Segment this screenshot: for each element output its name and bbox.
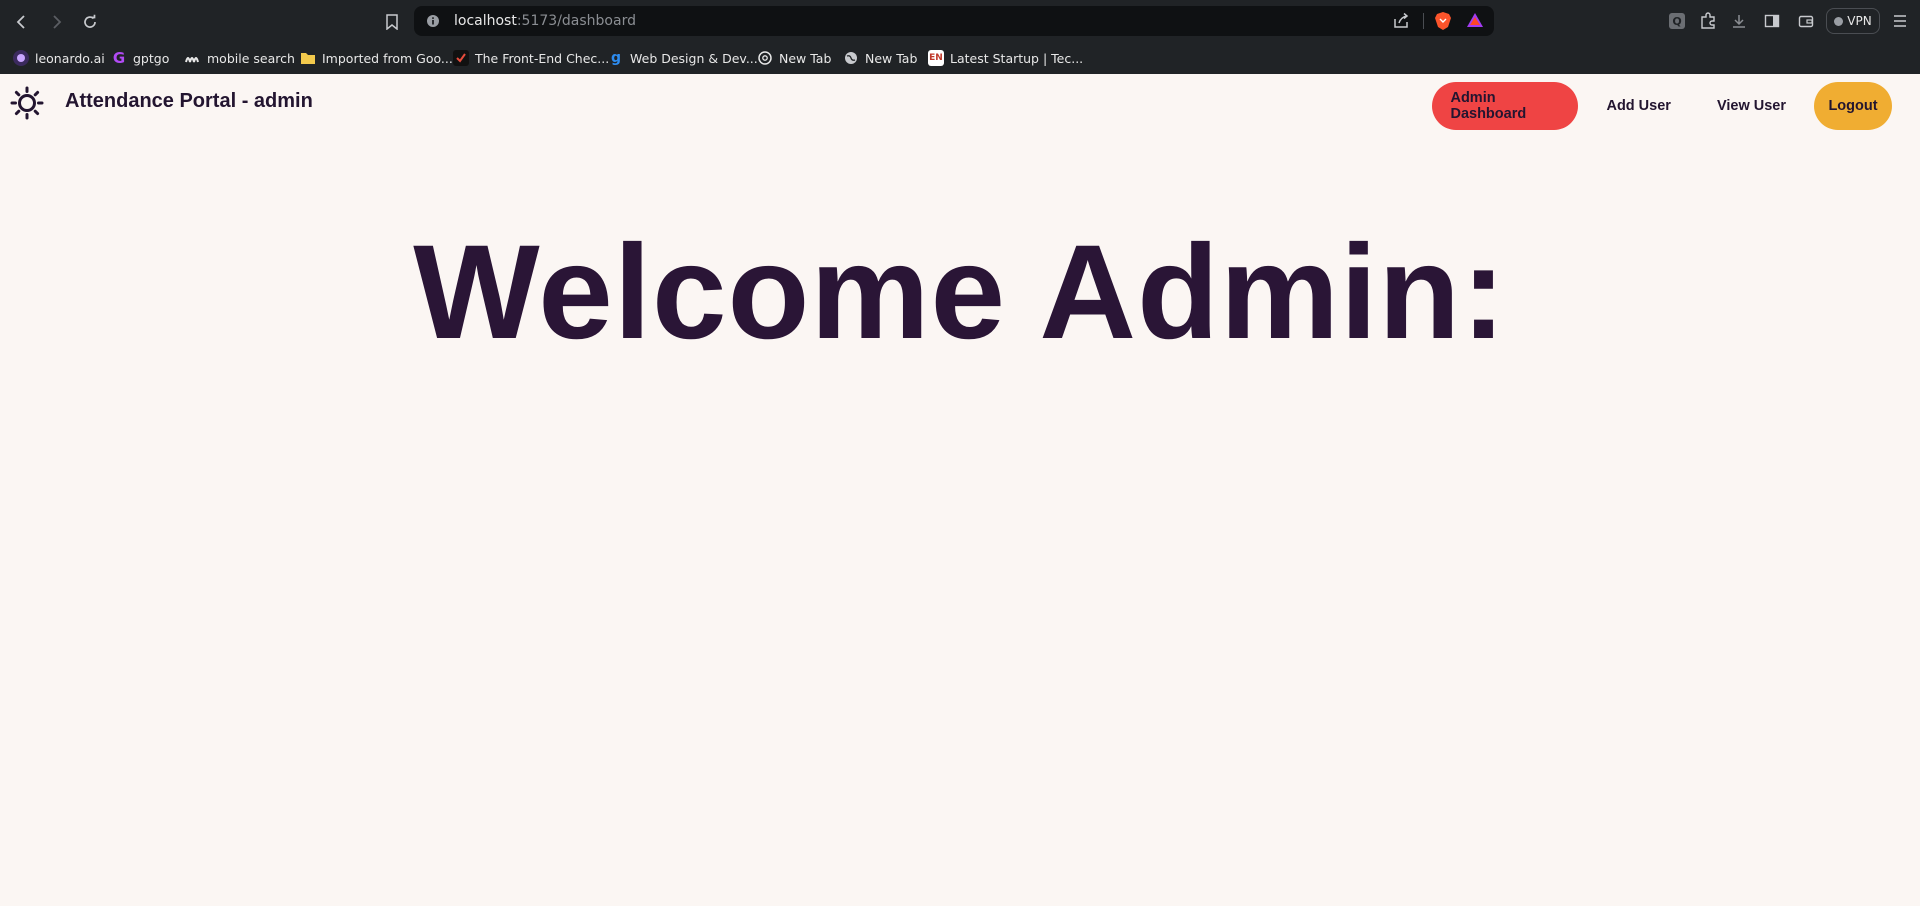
- bookmark-label: Imported from Goo...: [322, 50, 453, 66]
- app-page: Attendance Portal - admin Admin Dashboar…: [0, 74, 1920, 906]
- bookmark-item[interactable]: New Tab: [757, 49, 831, 67]
- site-info-icon[interactable]: [426, 14, 440, 33]
- bookmark-label: leonardo.ai: [35, 50, 105, 66]
- folder-icon: [300, 50, 316, 66]
- reload-icon[interactable]: [78, 10, 102, 34]
- bookmark-item[interactable]: The Front-End Chec...: [453, 49, 609, 67]
- gptgo-icon: G: [112, 49, 126, 67]
- webdesign-icon: g: [610, 50, 622, 66]
- brave-rewards-icon[interactable]: [1466, 12, 1484, 33]
- admin-dashboard-button[interactable]: Admin Dashboard: [1432, 82, 1579, 130]
- bookmark-item[interactable]: New Tab: [843, 49, 917, 67]
- mobile-search-icon: [185, 50, 201, 66]
- bookmark-label: New Tab: [865, 50, 918, 66]
- view-user-link[interactable]: View User: [1699, 82, 1804, 130]
- url-host: localhost: [454, 13, 517, 29]
- sun-logo-icon[interactable]: [10, 86, 44, 120]
- bookmark-label: Web Design & Dev...: [630, 50, 758, 66]
- bookmark-label: Latest Startup | Tec...: [950, 50, 1084, 66]
- vpn-button[interactable]: VPN: [1826, 8, 1880, 34]
- url-path: :5173/dashboard: [516, 13, 636, 29]
- share-icon[interactable]: [1392, 12, 1410, 35]
- address-bar[interactable]: localhost:5173/dashboard: [414, 6, 1494, 36]
- forward-icon[interactable]: [44, 10, 68, 34]
- welcome-heading: Welcome Admin:: [413, 218, 1507, 367]
- wallet-icon[interactable]: [1795, 10, 1817, 32]
- bookmark-item[interactable]: G gptgo: [111, 49, 170, 67]
- divider: [1423, 13, 1424, 29]
- bookmark-label: The Front-End Chec...: [475, 50, 610, 66]
- sidebar-icon[interactable]: [1761, 10, 1783, 32]
- download-icon[interactable]: [1728, 10, 1750, 32]
- app-title: Attendance Portal - admin: [65, 90, 313, 112]
- checklist-icon: [453, 50, 469, 66]
- bookmark-item[interactable]: g Web Design & Dev...: [608, 49, 758, 67]
- browser-chrome: localhost:5173/dashboard Q VPN leonardo.…: [0, 0, 1920, 74]
- url-text[interactable]: localhost:5173/dashboard: [454, 13, 636, 29]
- add-user-link[interactable]: Add User: [1588, 82, 1688, 130]
- menu-icon[interactable]: [1889, 10, 1911, 32]
- bookmark-icon[interactable]: [380, 10, 404, 34]
- brave-shields-icon[interactable]: [1434, 11, 1452, 36]
- en-icon: EN: [928, 50, 944, 66]
- browser-toolbar: localhost:5173/dashboard Q VPN: [0, 0, 1920, 42]
- bookmark-label: mobile search: [207, 50, 295, 66]
- logout-button[interactable]: Logout: [1814, 82, 1892, 130]
- bookmark-label: New Tab: [779, 50, 832, 66]
- bookmark-item[interactable]: EN Latest Startup | Tec...: [928, 49, 1083, 67]
- main-nav: Admin Dashboard Add User View User Logou…: [1432, 82, 1892, 130]
- bookmark-item[interactable]: Imported from Goo...: [300, 49, 453, 67]
- extensions-icon[interactable]: [1697, 10, 1719, 32]
- bookmarks-bar: leonardo.ai G gptgo mobile search Import…: [0, 42, 1920, 74]
- back-icon[interactable]: [10, 10, 34, 34]
- bookmark-item[interactable]: leonardo.ai: [13, 49, 105, 67]
- bookmark-label: gptgo: [133, 50, 170, 66]
- openai-icon: [757, 50, 773, 66]
- vpn-label: VPN: [1847, 14, 1872, 28]
- leonardo-icon: [13, 50, 29, 66]
- vpn-status-icon: [1834, 16, 1844, 26]
- extension-q-icon[interactable]: Q: [1666, 10, 1688, 32]
- globe-icon: [843, 50, 859, 66]
- bookmark-item[interactable]: mobile search: [185, 49, 295, 67]
